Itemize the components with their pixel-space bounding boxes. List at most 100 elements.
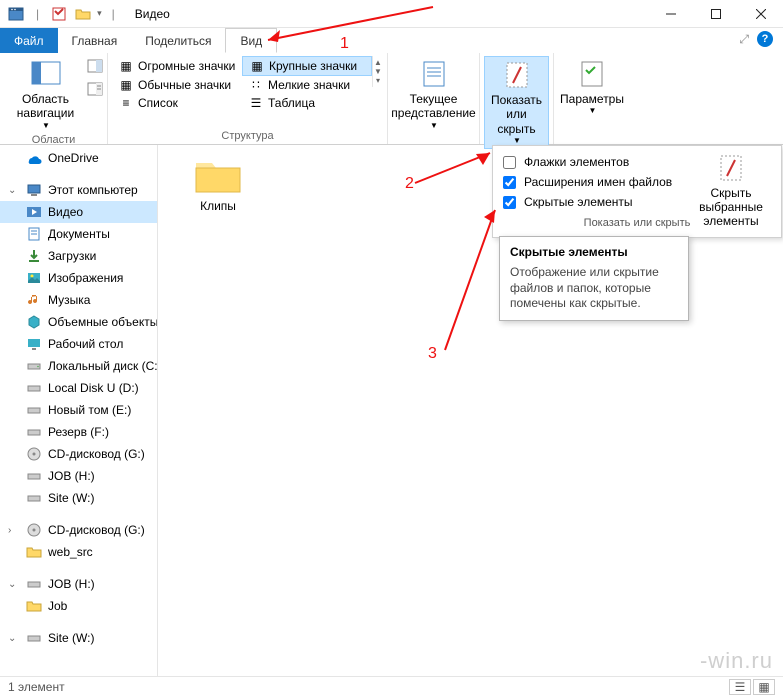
chevron-down-icon[interactable]: ⌄: [8, 185, 20, 196]
documents-icon: [26, 226, 42, 242]
cd-drive-icon: [26, 522, 42, 538]
minimize-button[interactable]: [648, 0, 693, 28]
options-button[interactable]: Параметры ▼: [558, 56, 626, 118]
tree-desktop[interactable]: Рабочий стол: [0, 333, 157, 355]
hidden-items-checkbox[interactable]: [503, 196, 516, 209]
chevron-right-icon[interactable]: ›: [8, 525, 20, 536]
tree-local-disk-c[interactable]: Локальный диск (C:): [0, 355, 157, 377]
view-details-icon[interactable]: ☰: [729, 679, 751, 695]
tree-reserve-f[interactable]: Резерв (F:): [0, 421, 157, 443]
drive-icon: [26, 630, 42, 646]
tree-documents[interactable]: Документы: [0, 223, 157, 245]
layout-list[interactable]: ≡Список: [112, 94, 242, 112]
status-item-count: 1 элемент: [8, 680, 65, 694]
pictures-icon: [26, 270, 42, 286]
layout-small[interactable]: ∷Мелкие значки: [242, 76, 372, 94]
file-item-clips[interactable]: Клипы: [178, 155, 258, 213]
tree-cd-drive-g[interactable]: CD-дисковод (G:): [0, 443, 157, 465]
qat-dropdown-icon[interactable]: ▾: [97, 8, 102, 19]
show-hide-panel: Флажки элементов Расширения имен файлов …: [492, 145, 782, 238]
close-button[interactable]: [738, 0, 783, 28]
pin-ribbon-icon[interactable]: ⤢: [739, 32, 749, 47]
tree-onedrive[interactable]: OneDrive: [0, 147, 157, 169]
window-title: Видео: [135, 7, 170, 21]
drive-icon: [26, 468, 42, 484]
help-icon[interactable]: ?: [757, 31, 773, 47]
drive-icon: [26, 576, 42, 592]
layout-extra-large[interactable]: ▦Огромные значки: [112, 56, 242, 76]
navigation-pane-label: Область навигации: [10, 92, 81, 121]
video-library-icon: [6, 4, 26, 24]
drive-icon: [26, 402, 42, 418]
separator: |: [112, 7, 115, 21]
separator: |: [36, 7, 39, 21]
tree-3d-objects[interactable]: Объемные объекты: [0, 311, 157, 333]
tree-cd-drive-g-2[interactable]: ›CD-дисковод (G:): [0, 519, 157, 541]
current-view-button[interactable]: Текущее представление▼: [392, 56, 475, 132]
hide-selected-icon: [715, 152, 747, 184]
folder-icon: [194, 155, 242, 195]
navigation-tree[interactable]: OneDrive ⌄Этот компьютер Видео Документы…: [0, 145, 158, 676]
file-item-label: Клипы: [200, 199, 236, 213]
tree-video[interactable]: Видео: [0, 201, 157, 223]
window-controls: [648, 0, 783, 28]
tree-new-volume-e[interactable]: Новый том (E:): [0, 399, 157, 421]
show-hide-button[interactable]: Показать или скрыть▼: [484, 56, 549, 149]
preview-pane-icon[interactable]: [87, 58, 103, 77]
this-pc-icon: [26, 182, 42, 198]
show-hide-label: Показать или скрыть: [491, 93, 542, 136]
chevron-down-icon[interactable]: ⌄: [8, 633, 20, 644]
objects-3d-icon: [26, 314, 42, 330]
desktop-icon: [26, 336, 42, 352]
layout-medium[interactable]: ▦Обычные значки: [112, 76, 242, 94]
layout-gallery[interactable]: ▦Огромные значки ▦Крупные значки ▦Обычны…: [112, 56, 372, 112]
video-folder-icon: [26, 204, 42, 220]
current-view-label: Текущее представление: [391, 92, 475, 121]
item-checkboxes-checkbox[interactable]: [503, 156, 516, 169]
properties-icon[interactable]: [49, 4, 69, 24]
tab-home[interactable]: Главная: [58, 28, 132, 53]
layout-gallery-scroll[interactable]: ▲▼▾: [372, 56, 383, 87]
drive-icon: [26, 424, 42, 440]
layout-details[interactable]: ☰Таблица: [242, 94, 372, 112]
hide-selected-button[interactable]: Скрыть выбранные элементы: [687, 152, 775, 228]
list-icon: ≡: [118, 95, 134, 111]
cd-drive-icon: [26, 446, 42, 462]
maximize-button[interactable]: [693, 0, 738, 28]
tree-web-src[interactable]: web_src: [0, 541, 157, 563]
details-pane-icon[interactable]: [87, 81, 103, 100]
tooltip-body: Отображение или скрытие файлов и папок, …: [510, 265, 678, 312]
tree-music[interactable]: Музыка: [0, 289, 157, 311]
folder-icon: [26, 544, 42, 560]
current-view-icon: [418, 58, 450, 90]
tree-site-w-2[interactable]: ⌄Site (W:): [0, 627, 157, 649]
tree-pictures[interactable]: Изображения: [0, 267, 157, 289]
tree-job-folder[interactable]: Job: [0, 595, 157, 617]
layout-large[interactable]: ▦Крупные значки: [242, 56, 372, 76]
music-icon: [26, 292, 42, 308]
tree-downloads[interactable]: Загрузки: [0, 245, 157, 267]
large-icons-icon: ▦: [249, 58, 265, 74]
drive-icon: [26, 358, 42, 374]
options-label: Параметры: [560, 92, 624, 106]
tab-file[interactable]: Файл: [0, 28, 58, 53]
show-hide-icon: [501, 59, 533, 91]
folder-icon: [73, 4, 93, 24]
chevron-down-icon[interactable]: ⌄: [8, 579, 20, 590]
tree-site-w[interactable]: Site (W:): [0, 487, 157, 509]
watermark: -win.ru: [700, 648, 773, 674]
view-large-icons-icon[interactable]: ▦: [753, 679, 775, 695]
tree-this-pc[interactable]: ⌄Этот компьютер: [0, 179, 157, 201]
file-extensions-checkbox[interactable]: [503, 176, 516, 189]
onedrive-icon: [26, 150, 42, 166]
folder-icon: [26, 598, 42, 614]
tab-share[interactable]: Поделиться: [131, 28, 225, 53]
tree-job-h-2[interactable]: ⌄JOB (H:): [0, 573, 157, 595]
ribbon: Область навигации▼ Области ▦Огромные зна…: [0, 53, 783, 145]
tab-view[interactable]: Вид: [225, 28, 277, 53]
tree-job-h[interactable]: JOB (H:): [0, 465, 157, 487]
navigation-pane-button[interactable]: Область навигации▼: [4, 56, 87, 132]
quick-access-toolbar: | ▾ | Видео: [0, 4, 170, 24]
tree-local-disk-d[interactable]: Local Disk U (D:): [0, 377, 157, 399]
extra-large-icons-icon: ▦: [118, 58, 134, 74]
